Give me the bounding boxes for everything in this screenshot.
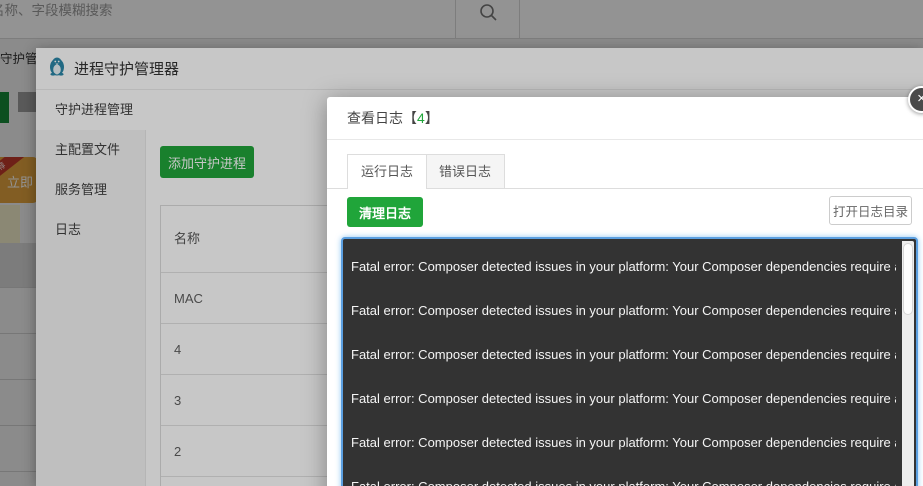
log-scrollbar[interactable] (902, 241, 914, 486)
open-log-directory-button[interactable]: 打开日志目录 (829, 196, 912, 225)
log-line: Fatal error: Composer detected issues in… (351, 465, 896, 486)
clear-log-button[interactable]: 清理日志 (347, 197, 423, 227)
log-scrollbar-thumb[interactable] (903, 243, 913, 315)
log-count: 4 (417, 110, 425, 126)
log-line: Fatal error: Composer detected issues in… (351, 245, 896, 289)
log-line: Fatal error: Composer detected issues in… (351, 421, 896, 465)
log-textarea[interactable]: Fatal error: Composer detected issues in… (341, 237, 918, 486)
view-log-dialog: 查看日志【4】 运行日志 错误日志 清理日志 打开日志目录 Fatal erro… (327, 97, 923, 486)
log-tabs: 运行日志 错误日志 (327, 154, 923, 189)
dialog-titlebar: 查看日志【4】 (327, 97, 923, 140)
tab-run-log[interactable]: 运行日志 (347, 154, 427, 189)
close-icon: × (917, 90, 923, 107)
log-content: Fatal error: Composer detected issues in… (351, 245, 896, 486)
dialog-title: 查看日志【4】 (347, 110, 439, 126)
screen: 守护管 立即 推荐 (0, 0, 923, 486)
log-line: Fatal error: Composer detected issues in… (351, 377, 896, 421)
tab-error-log[interactable]: 错误日志 (425, 154, 505, 189)
log-line: Fatal error: Composer detected issues in… (351, 333, 896, 377)
log-line: Fatal error: Composer detected issues in… (351, 289, 896, 333)
